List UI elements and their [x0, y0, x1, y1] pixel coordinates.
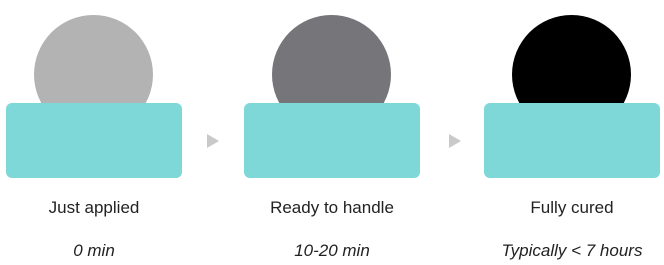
stage-time: 0 min — [73, 241, 115, 260]
stage-time: Typically < 7 hours — [501, 241, 643, 260]
stage-just-applied: Just applied 0 min — [6, 0, 182, 265]
arrow-right-icon — [207, 134, 219, 148]
substrate-block — [6, 103, 182, 178]
stage-time: 10-20 min — [294, 241, 370, 260]
stage-ready-to-handle: Ready to handle 10-20 min — [244, 0, 420, 265]
stage-fully-cured: Fully cured Typically < 7 hours — [484, 0, 660, 265]
stage-label: Just applied — [48, 198, 140, 217]
arrow-right-icon — [449, 134, 461, 148]
stage-label: Ready to handle — [270, 198, 394, 217]
substrate-block — [484, 103, 660, 178]
stage-label: Fully cured — [530, 198, 614, 217]
substrate-block — [244, 103, 420, 178]
